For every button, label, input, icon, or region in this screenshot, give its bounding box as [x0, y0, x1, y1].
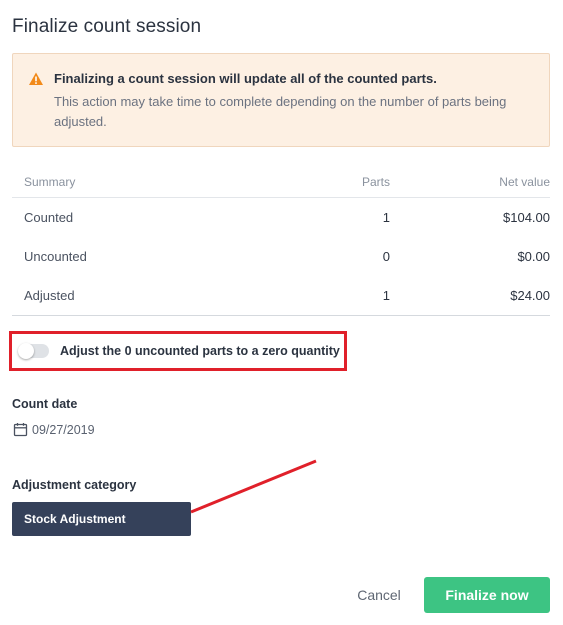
count-date-value[interactable]: 09/27/2019 [32, 423, 95, 437]
calendar-icon[interactable] [13, 422, 28, 437]
table-row: Uncounted 0 $0.00 [12, 237, 550, 277]
row-label: Counted [24, 209, 74, 225]
row-parts: 1 [382, 209, 390, 225]
row-net-value: $0.00 [517, 248, 550, 264]
warning-banner: Finalizing a count session will update a… [12, 53, 550, 147]
table-row: Counted 1 $104.00 [12, 197, 550, 237]
row-net-value: $104.00 [503, 209, 550, 225]
count-date-label: Count date [12, 397, 78, 411]
row-parts: 0 [382, 248, 390, 264]
net-value-header: Net value [390, 168, 550, 198]
adjustment-category-select[interactable]: Stock Adjustment [12, 502, 191, 536]
summary-header-row: Summary Parts Net value [12, 168, 550, 198]
warning-body: This action may take time to complete de… [54, 94, 507, 129]
table-row: Adjusted 1 $24.00 [12, 276, 550, 316]
dialog-title: Finalize count session [12, 16, 202, 37]
cancel-button[interactable]: Cancel [352, 584, 406, 606]
count-date-field[interactable]: 09/27/2019 [13, 422, 95, 437]
warning-heading: Finalizing a count session will update a… [54, 71, 437, 86]
adjust-uncounted-label: Adjust the 0 uncounted parts to a zero q… [60, 344, 340, 358]
row-label: Adjusted [12, 276, 320, 316]
row-net-value: $24.00 [390, 276, 550, 316]
adjustment-category-label: Adjustment category [12, 478, 137, 492]
parts-header: Parts [320, 168, 390, 198]
row-parts: 1 [320, 276, 390, 316]
summary-header: Summary [12, 168, 320, 198]
adjust-uncounted-toggle[interactable] [18, 343, 49, 359]
toggle-knob[interactable] [18, 343, 34, 359]
row-label: Uncounted [24, 248, 87, 264]
summary-table: Summary Parts Net value Counted 1 $104.0… [12, 168, 550, 316]
finalize-now-button[interactable]: Finalize now [424, 577, 550, 613]
warning-triangle-icon [29, 72, 43, 85]
